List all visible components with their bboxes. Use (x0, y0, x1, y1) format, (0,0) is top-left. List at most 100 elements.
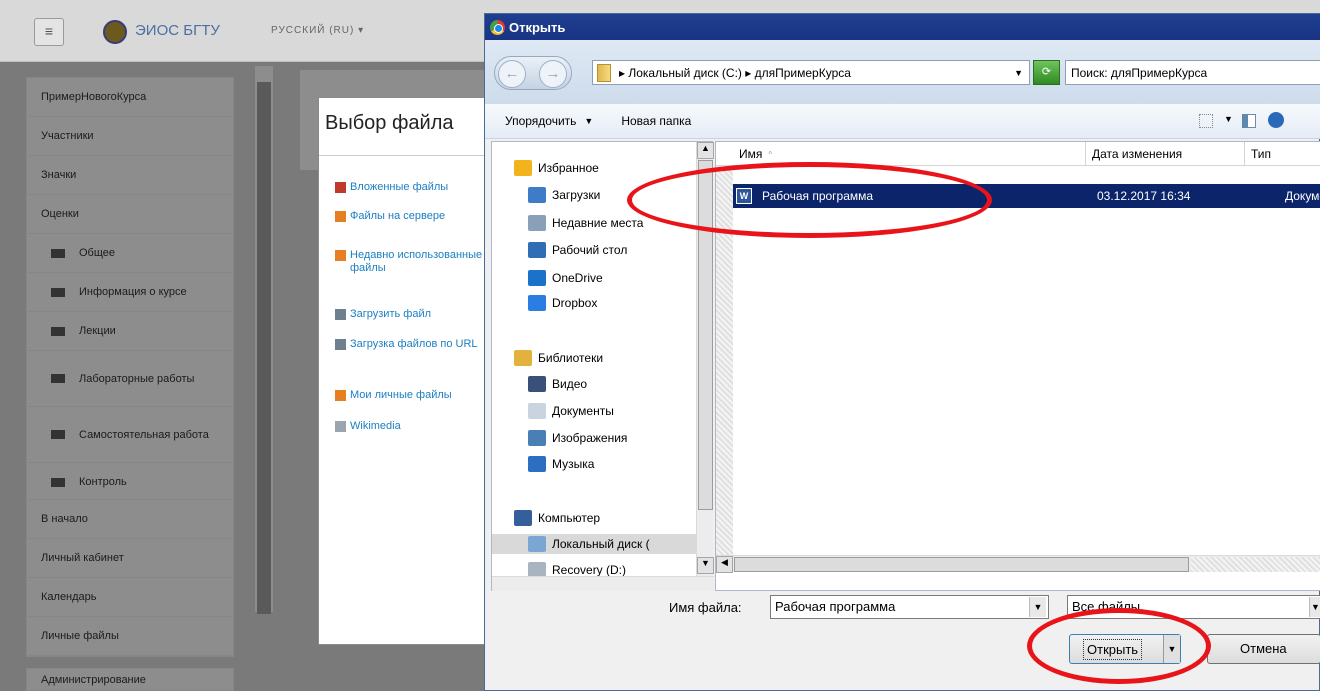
video-icon (528, 376, 546, 392)
tree-item-label: Музыка (552, 457, 595, 471)
navigation-pane: Избранное Загрузки Недавние места Рабочий с… (491, 141, 714, 591)
nav-item[interactable]: ПримерНовогоКурса (27, 78, 233, 117)
repository-link[interactable]: Мои личные файлы (335, 389, 499, 402)
tree-item[interactable]: Компьютер (514, 508, 696, 528)
filename-label: Имя файла: (669, 600, 742, 615)
search-input[interactable]: Поиск: дляПримерКурса (1065, 60, 1320, 85)
site-logo[interactable] (103, 20, 127, 44)
repository-link[interactable]: Вложенные файлы (335, 181, 499, 194)
tree-item[interactable]: Видео (528, 374, 696, 394)
scroll-left-icon[interactable]: ◀ (716, 556, 733, 573)
repository-link[interactable]: Файлы на сервере (335, 210, 499, 223)
column-type[interactable]: Тип (1245, 142, 1320, 166)
nav-item[interactable]: Значки (27, 156, 233, 195)
chevron-down-icon[interactable]: ▼ (1309, 597, 1320, 617)
folder-icon (51, 326, 65, 336)
tree-item[interactable]: Dropbox (528, 293, 696, 313)
navigation-scrollbar[interactable]: ▲ ▼ (696, 142, 714, 576)
cancel-button[interactable]: Отмена (1207, 634, 1320, 664)
open-button[interactable]: Открыть ▼ (1069, 634, 1181, 664)
tree-item[interactable]: Музыка (528, 454, 696, 474)
views-icon[interactable] (1199, 114, 1213, 128)
nav-item[interactable]: Контроль (27, 463, 233, 502)
nav-item[interactable]: Личный кабинет (27, 539, 233, 578)
folder-icon (51, 287, 65, 297)
chevron-down-icon[interactable]: ▼ (1029, 597, 1046, 617)
nav-item[interactable]: Участники (27, 117, 233, 156)
nav-item[interactable]: Лабораторные работы (27, 351, 233, 407)
chevron-down-icon[interactable]: ▼ (1163, 635, 1180, 663)
nav-item[interactable]: Самостоятельная работа (27, 407, 233, 463)
new-folder-button[interactable]: Новая папка (621, 114, 691, 128)
repository-link[interactable]: Загрузка файлов по URL (335, 338, 499, 351)
tree-item[interactable]: Локальный диск ( (492, 534, 696, 554)
tree-item[interactable]: Загрузки (528, 185, 696, 205)
repository-link[interactable]: Загрузить файл (335, 308, 499, 321)
nav-item-label: ПримерНовогоКурса (41, 91, 147, 103)
navigation-hscrollbar[interactable] (492, 576, 714, 591)
tree-item[interactable]: Библиотеки (514, 348, 696, 368)
nav-item[interactable]: Администрирование (27, 669, 233, 691)
chrome-icon (490, 19, 505, 35)
nav-item[interactable]: Информация о курсе (27, 273, 233, 312)
tree-item-label: Избранное (538, 161, 599, 175)
file-list-hscrollbar[interactable]: ◀ (716, 555, 1320, 573)
repository-label: Файлы на сервере (350, 210, 446, 222)
dialog-title: Открыть (509, 19, 566, 35)
chevron-down-icon: ▼ (584, 116, 594, 126)
chevron-down-icon[interactable]: ▼ (1224, 114, 1233, 124)
file-type: Документ (1285, 189, 1320, 203)
attachment-icon (335, 182, 346, 193)
forward-button[interactable]: → (539, 60, 567, 88)
repository-label: Загрузить файл (350, 308, 432, 320)
column-date[interactable]: Дата изменения (1086, 142, 1245, 166)
nav-item[interactable]: Общее (27, 234, 233, 273)
nav-scrollbar[interactable] (255, 66, 273, 614)
tree-item-label: Библиотеки (538, 351, 604, 365)
language-selector[interactable]: РУССКИЙ (RU) ▾ (271, 25, 364, 36)
nav-item-label: Участники (41, 130, 94, 142)
address-bar[interactable]: ▸ Локальный диск (C:) ▸ дляПримерКурса ▼ (592, 60, 1030, 85)
star-icon (514, 160, 532, 176)
help-icon[interactable] (1268, 112, 1284, 128)
tree-item-label: Документы (552, 404, 614, 418)
wikimedia-icon (335, 421, 346, 432)
nav-item[interactable]: Личные файлы (27, 617, 233, 656)
desktop-icon (528, 242, 546, 258)
repository-label: Мои личные файлы (350, 389, 452, 401)
nav-item[interactable]: В начало (27, 500, 233, 539)
nav-item-label: Оценки (41, 208, 79, 220)
repository-link[interactable]: Wikimedia (335, 420, 499, 433)
tree-item[interactable]: Документы (528, 401, 696, 421)
repository-link[interactable]: Недавно использованные файлы (335, 249, 499, 275)
nav-item-label: Лабораторные работы (79, 372, 195, 385)
scroll-up-icon[interactable]: ▲ (697, 142, 714, 159)
word-document-icon: W (736, 188, 752, 204)
hamburger-icon[interactable]: ≡ (34, 18, 64, 46)
music-icon (528, 456, 546, 472)
chevron-down-icon[interactable]: ▼ (1014, 68, 1023, 78)
tree-item[interactable]: OneDrive (528, 268, 696, 288)
tree-item[interactable]: Рабочий стол (528, 240, 696, 260)
preview-pane-icon[interactable] (1242, 114, 1256, 128)
file-list-header: Имя ^ Дата изменения Тип (716, 142, 1320, 166)
tree-item[interactable]: Изображения (528, 428, 696, 448)
tree-item[interactable]: Недавние места (528, 213, 696, 233)
back-button[interactable]: ← (498, 60, 526, 88)
filename-input[interactable]: Рабочая программа (770, 595, 1049, 619)
nav-item[interactable]: Оценки (27, 195, 233, 234)
tree-item[interactable]: Избранное (514, 158, 696, 178)
scroll-down-icon[interactable]: ▼ (697, 557, 714, 574)
organize-button[interactable]: Упорядочить ▼ (505, 114, 593, 128)
dialog-titlebar[interactable]: Открыть (485, 14, 1320, 40)
recent-icon (335, 250, 346, 261)
nav-site-block: В начало Личный кабинет Календарь Личные фа… (26, 499, 234, 657)
file-type-filter[interactable]: Все файлы (1067, 595, 1320, 619)
nav-item[interactable]: Лекции (27, 312, 233, 351)
file-row[interactable]: W Рабочая программа 03.12.2017 16:34 Док… (733, 184, 1320, 208)
site-name[interactable]: ЭИОС БГТУ (135, 22, 220, 39)
nav-item[interactable]: Календарь (27, 578, 233, 617)
tree-item-label: Dropbox (552, 296, 598, 310)
column-name[interactable]: Имя ^ (733, 142, 1086, 166)
refresh-button[interactable]: ⟳ (1033, 60, 1060, 85)
